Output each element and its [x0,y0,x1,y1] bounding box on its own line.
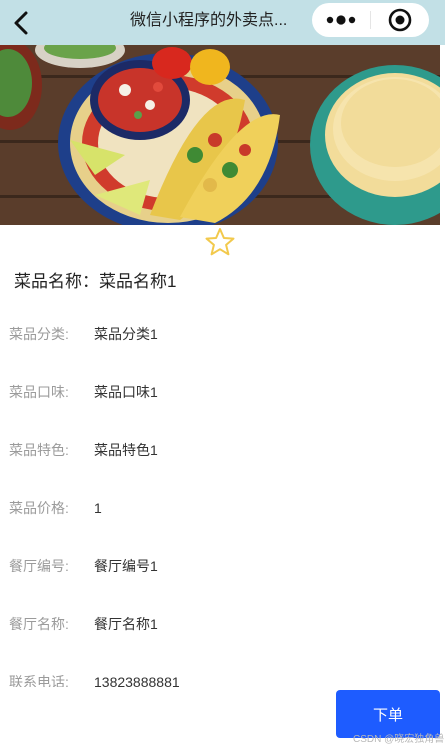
star-outline-icon [205,228,235,256]
field-value: 菜品口味1 [94,384,158,400]
field-label: 菜品口味: [9,384,69,400]
field-value: 菜品分类1 [94,326,158,342]
field-label: 餐厅名称: [9,616,69,632]
nav-bar: 微信小程序的外卖点... [0,0,445,45]
dish-name-row: 菜品名称：菜品名称1 [14,271,176,293]
detail-list: 菜品分类: 菜品分类1 菜品口味: 菜品口味1 菜品特色: 菜品特色1 菜品价格… [0,300,445,687]
dish-name-value: 菜品名称1 [99,272,177,291]
field-value: 餐厅编号1 [94,558,158,574]
more-dots-icon [326,15,356,25]
field-label: 菜品价格: [9,500,69,516]
dish-name-label: 菜品名称： [14,272,99,291]
tacos-illustration [0,45,440,225]
target-circle-icon [388,8,412,32]
field-label: 菜品分类: [9,326,69,342]
field-label: 菜品特色: [9,442,69,458]
close-button[interactable] [371,3,429,37]
field-value: 菜品特色1 [94,442,158,458]
favorite-button[interactable] [205,227,235,257]
mini-program-capsule [312,3,429,37]
dish-image [0,45,440,225]
back-button[interactable] [6,7,38,39]
chevron-left-icon [14,11,28,35]
field-label: 联系电话: [9,674,69,687]
watermark: CSDN @晓宏独角兽 [353,734,445,745]
field-value: 餐厅名称1 [94,616,158,632]
page-title: 微信小程序的外卖点... [130,12,288,29]
field-value: 1 [94,500,102,516]
field-value: 13823888881 [94,674,180,687]
more-button[interactable] [312,3,370,37]
field-label: 餐厅编号: [9,558,69,574]
